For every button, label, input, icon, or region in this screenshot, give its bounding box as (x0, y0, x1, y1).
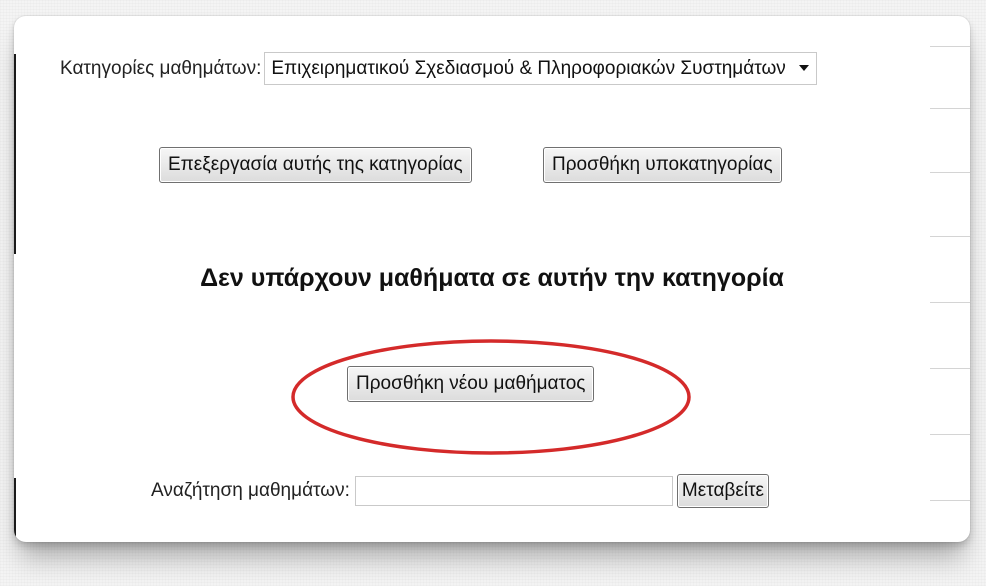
add-subcategory-button[interactable]: Προσθήκη υποκατηγορίας (543, 147, 782, 183)
category-select-value: Επιχειρηματικού Σχεδιασμού & Πληροφοριακ… (271, 57, 786, 79)
add-course-button[interactable]: Προσθήκη νέου μαθήματος (347, 366, 595, 402)
add-subcategory-label: Προσθήκη υποκατηγορίας (552, 154, 773, 175)
search-go-label: Μεταβείτε (681, 480, 765, 501)
category-label: Κατηγορίες μαθημάτων: (60, 57, 262, 79)
edit-category-label: Επεξεργασία αυτής της κατηγορίας (168, 154, 463, 175)
empty-category-message: Δεν υπάρχουν μαθήματα σε αυτήν την κατηγ… (200, 264, 784, 292)
search-input[interactable] (354, 476, 673, 506)
course-category-panel: Κατηγορίες μαθημάτων: Επιχειρηματικού Σχ… (14, 16, 970, 542)
divider-line (930, 302, 970, 303)
edit-category-button[interactable]: Επεξεργασία αυτής της κατηγορίας (159, 147, 472, 183)
divider-line (930, 236, 970, 237)
divider-line (930, 108, 970, 109)
search-go-button[interactable]: Μεταβείτε (676, 474, 770, 508)
course-search-row: Αναζήτηση μαθημάτων: Μεταβείτε (151, 474, 770, 508)
search-label: Αναζήτηση μαθημάτων: (151, 480, 350, 501)
screenshot-stage: Κατηγορίες μαθημάτων: Επιχειρηματικού Σχ… (0, 0, 986, 586)
divider-line (930, 172, 970, 173)
divider-line (930, 434, 970, 435)
category-selector-row: Κατηγορίες μαθημάτων: Επιχειρηματικού Σχ… (60, 52, 817, 85)
divider-line (930, 368, 970, 369)
divider-line (930, 46, 970, 47)
add-course-label: Προσθήκη νέου μαθήματος (356, 373, 586, 394)
divider-line (930, 500, 970, 501)
category-select[interactable]: Επιχειρηματικού Σχεδιασμού & Πληροφοριακ… (264, 52, 817, 85)
chevron-down-icon (798, 65, 809, 71)
